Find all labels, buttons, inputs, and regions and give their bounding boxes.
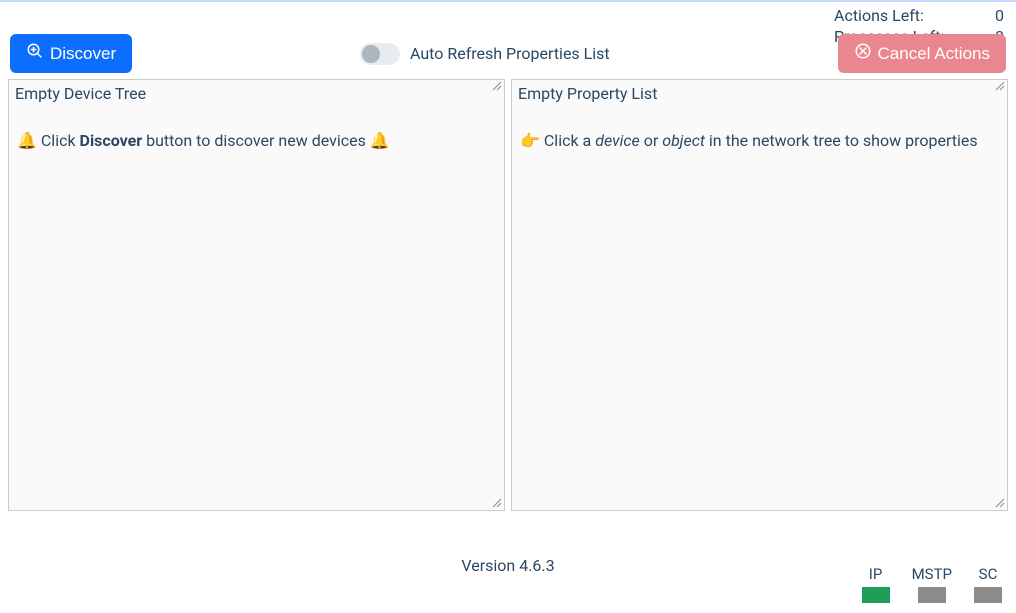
auto-refresh-label: Auto Refresh Properties List [410, 44, 610, 63]
legend-item-mstp: MSTP [912, 565, 952, 603]
hint-bold: Discover [80, 131, 143, 150]
cancel-icon [854, 42, 872, 65]
auto-refresh-toggle-group: Auto Refresh Properties List [360, 43, 610, 65]
pointing-hand-icon: 👉 [520, 131, 540, 150]
legend-label: IP [869, 565, 883, 583]
hint-suffix: button to discover new devices [142, 131, 370, 150]
cancel-actions-button[interactable]: Cancel Actions [838, 34, 1006, 73]
bell-icon: 🔔 [17, 131, 37, 150]
device-tree-hint: 🔔 Click Discover button to discover new … [9, 107, 504, 175]
legend-swatch-ip [862, 587, 890, 603]
top-accent-line [0, 0, 1016, 2]
hint-prefix: Click a [544, 131, 595, 150]
hint-italic-object: object [662, 131, 705, 150]
legend-label: MSTP [912, 565, 952, 583]
actions-left-row: Actions Left: 0 [834, 6, 1004, 25]
hint-italic-device: device [595, 131, 640, 150]
legend-swatch-sc [974, 587, 1002, 603]
discover-button[interactable]: Discover [10, 34, 132, 73]
panels-container: Empty Device Tree 🔔 Click Discover butto… [0, 79, 1016, 511]
device-tree-panel: Empty Device Tree 🔔 Click Discover butto… [8, 79, 505, 511]
resize-handle-icon [491, 498, 503, 509]
property-list-title: Empty Property List [512, 80, 1007, 107]
actions-left-value: 0 [995, 6, 1004, 25]
legend-swatch-mstp [918, 587, 946, 603]
actions-left-label: Actions Left: [834, 6, 924, 25]
legend-item-ip: IP [862, 565, 890, 603]
resize-handle-icon [994, 498, 1006, 509]
toggle-knob [362, 45, 380, 63]
legend: IP MSTP SC [862, 565, 1002, 603]
cancel-actions-button-label: Cancel Actions [878, 44, 990, 64]
hint-text: Click [41, 131, 80, 150]
hint-mid: or [640, 131, 662, 150]
device-tree-title: Empty Device Tree [9, 80, 504, 107]
footer-bar: IP MSTP SC [0, 565, 1016, 603]
hint-suffix: in the network tree to show properties [705, 131, 978, 150]
zoom-in-icon [26, 42, 44, 65]
legend-label: SC [979, 565, 998, 583]
toolbar: Discover Auto Refresh Properties List Ca… [0, 34, 1016, 79]
legend-item-sc: SC [974, 565, 1002, 603]
property-list-hint: 👉 Click a device or object in the networ… [512, 107, 1007, 175]
auto-refresh-toggle[interactable] [360, 43, 400, 65]
property-list-panel: Empty Property List 👉 Click a device or … [511, 79, 1008, 511]
bell-icon: 🔔 [370, 131, 390, 150]
discover-button-label: Discover [50, 44, 116, 64]
